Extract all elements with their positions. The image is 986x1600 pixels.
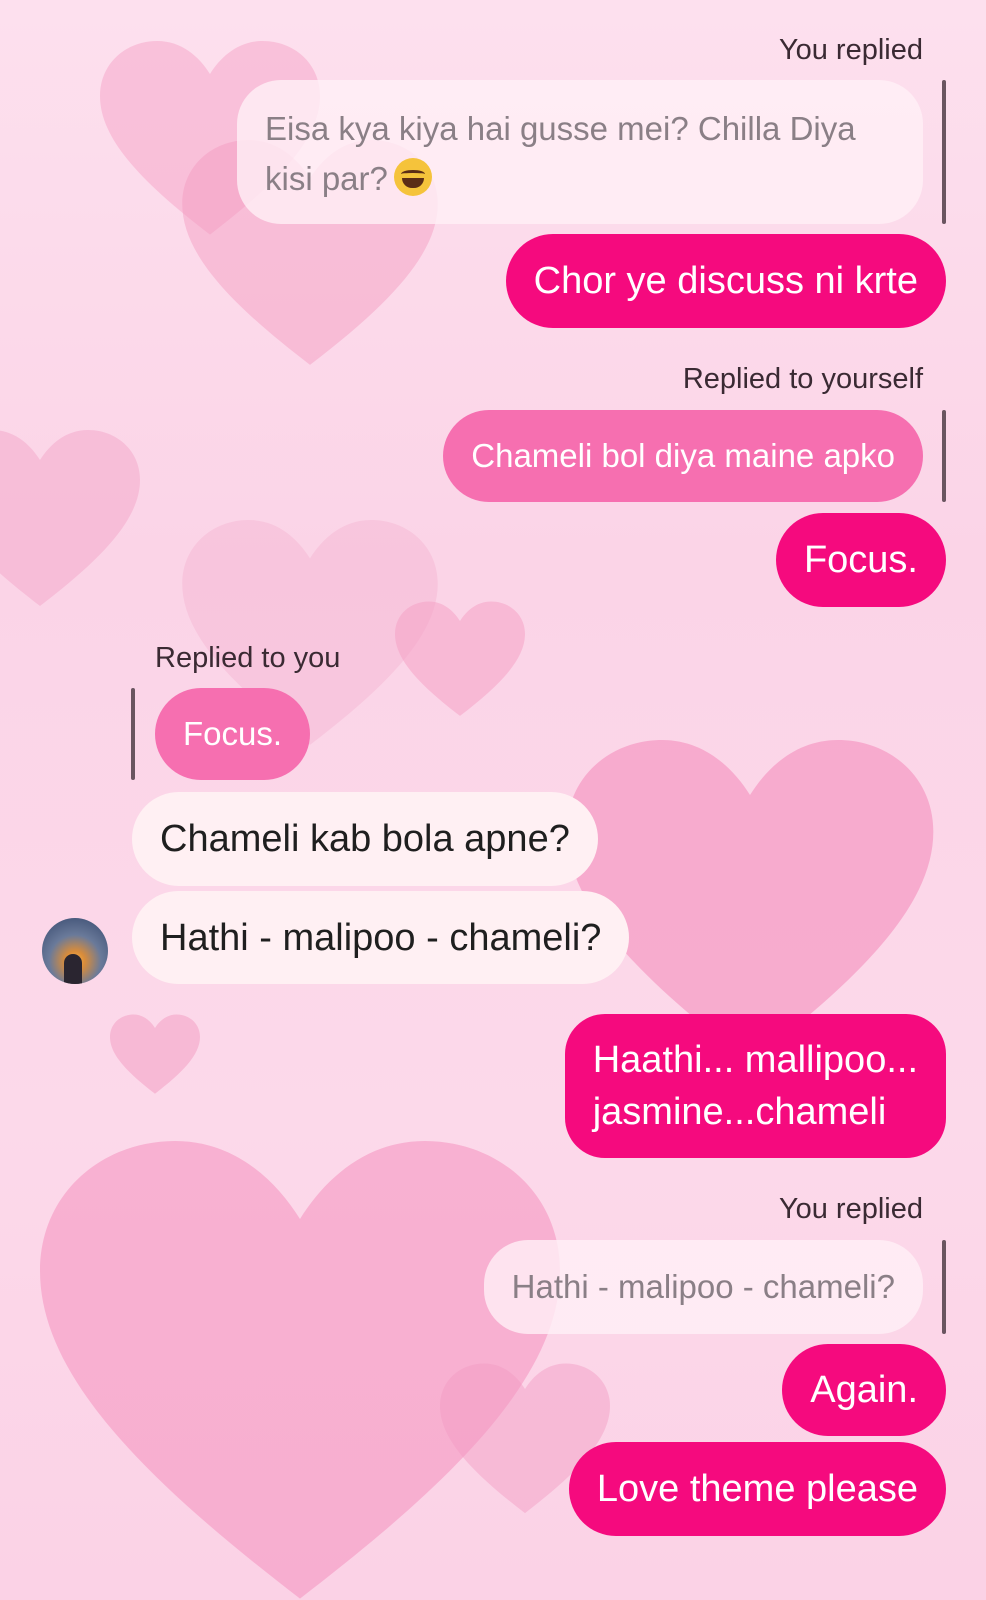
laughing-emoji-icon: [393, 158, 432, 196]
reply-label: You replied: [778, 1193, 923, 1225]
quoted-message[interactable]: Focus.: [155, 688, 311, 780]
received-message[interactable]: Chameli kab bola apne?: [132, 792, 598, 886]
sent-message[interactable]: Focus.: [775, 513, 946, 607]
sent-message[interactable]: Chor ye discuss ni krte: [505, 234, 946, 328]
contact-avatar[interactable]: [42, 918, 108, 984]
quoted-message-text: Chameli bol diya maine apko: [471, 437, 895, 474]
reply-label: You replied: [778, 34, 923, 66]
reply-indicator-bar: [131, 688, 135, 780]
reply-indicator-bar: [942, 410, 946, 502]
quoted-message[interactable]: Chameli bol diya maine apko: [443, 410, 923, 502]
sent-message[interactable]: Love theme please: [568, 1442, 946, 1536]
quoted-message-text: Eisa kya kiya hai gusse mei? Chilla Diya…: [265, 110, 856, 197]
quoted-message[interactable]: Hathi - malipoo - chameli?: [483, 1240, 923, 1334]
message-text: Again.: [810, 1369, 918, 1411]
sent-message[interactable]: Haathi... mallipoo... jasmine...chameli: [564, 1014, 946, 1158]
sent-message[interactable]: Again.: [782, 1344, 946, 1436]
quoted-message-text: Focus.: [183, 715, 283, 752]
message-thread: You replied Eisa kya kiya hai gusse mei?…: [0, 0, 986, 1600]
message-text: Haathi... mallipoo... jasmine...chameli: [592, 1039, 918, 1133]
message-text: Love theme please: [596, 1468, 918, 1510]
received-message[interactable]: Hathi - malipoo - chameli?: [132, 891, 630, 984]
message-text: Hathi - malipoo - chameli?: [160, 916, 602, 959]
reply-label: Replied to you: [155, 642, 341, 674]
message-text: Chameli kab bola apne?: [160, 818, 570, 860]
quoted-message-text: Hathi - malipoo - chameli?: [511, 1268, 895, 1305]
message-text: Chor ye discuss ni krte: [533, 260, 918, 302]
reply-indicator-bar: [942, 1240, 946, 1334]
quoted-message[interactable]: Eisa kya kiya hai gusse mei? Chilla Diya…: [237, 80, 923, 224]
message-text: Focus.: [803, 539, 918, 581]
reply-indicator-bar: [942, 80, 946, 224]
reply-label: Replied to yourself: [682, 363, 923, 395]
